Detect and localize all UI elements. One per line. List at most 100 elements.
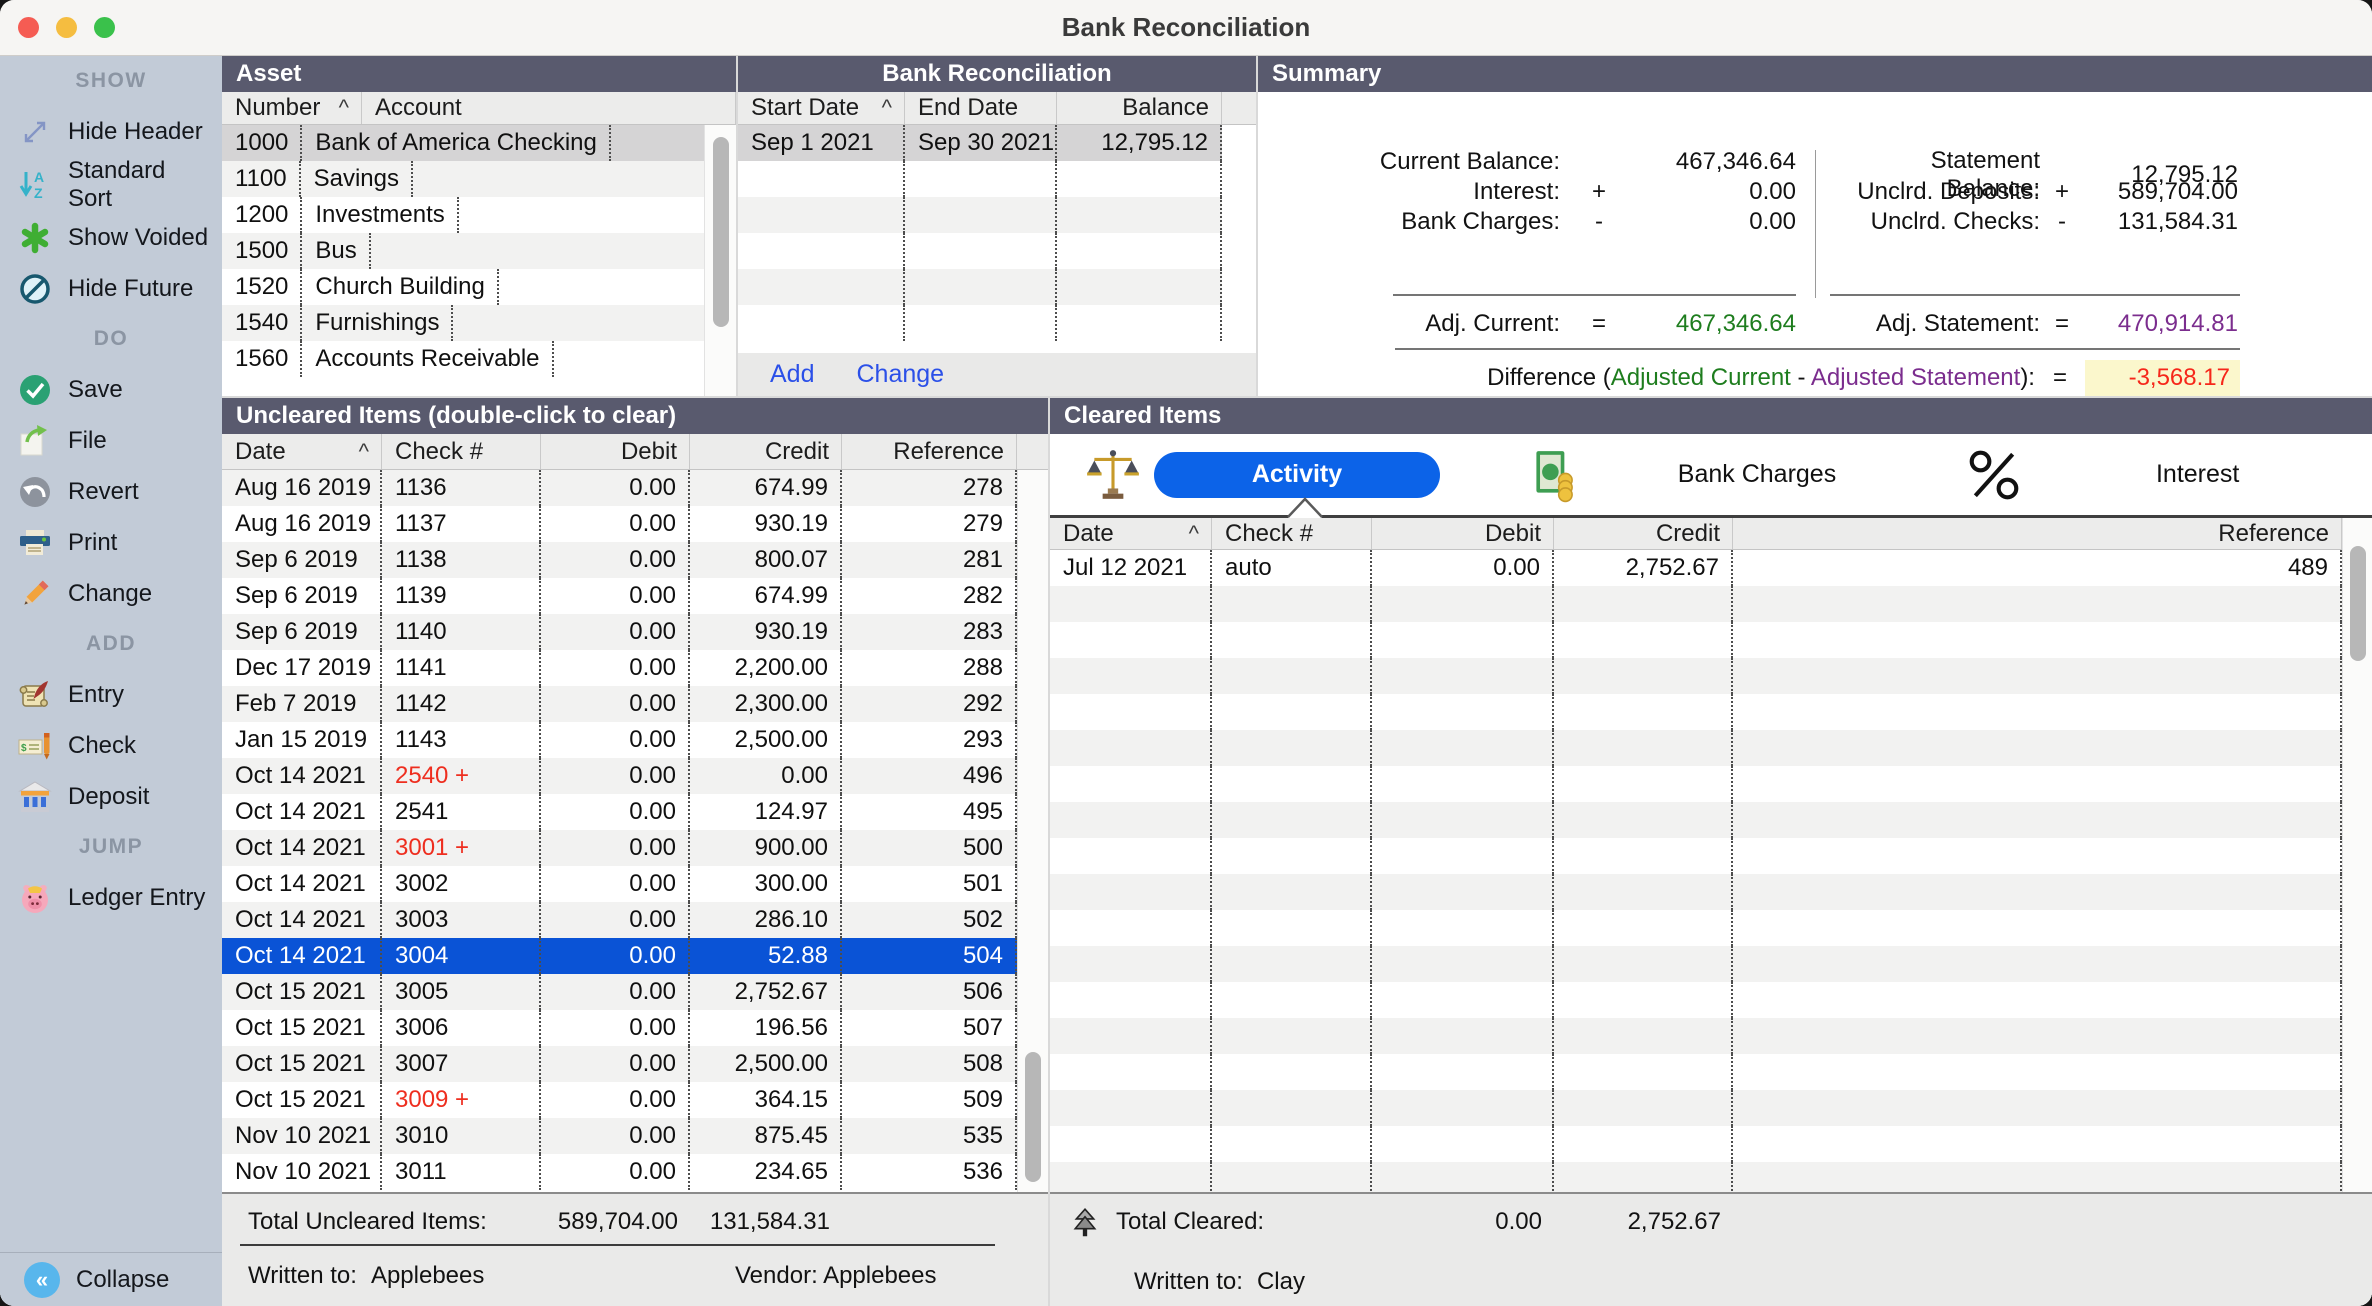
- scrollbar-thumb[interactable]: [1025, 1052, 1041, 1182]
- table-cell: [1057, 233, 1222, 269]
- table-row[interactable]: Sep 6 201911400.00930.19283: [222, 614, 1017, 650]
- table-cell: 12,795.12: [1057, 125, 1222, 161]
- sidebar-item-change[interactable]: Change: [0, 568, 222, 619]
- column-header-debit[interactable]: Debit: [1372, 518, 1554, 549]
- sidebar-section-label: ADD: [0, 619, 222, 669]
- column-header-check-[interactable]: Check #: [382, 434, 541, 469]
- sidebar-item-hide-future[interactable]: Hide Future: [0, 263, 222, 314]
- column-header-date[interactable]: Date^: [222, 434, 382, 469]
- cleared-scrollbar[interactable]: [2342, 518, 2372, 1192]
- empty-table-row[interactable]: [1050, 1090, 2342, 1126]
- table-row[interactable]: 1520Church Building: [222, 269, 704, 305]
- table-row[interactable]: Oct 15 20213009 +0.00364.15509: [222, 1082, 1017, 1118]
- empty-table-row[interactable]: [1050, 658, 2342, 694]
- empty-table-row[interactable]: [1050, 586, 2342, 622]
- empty-table-row[interactable]: [738, 269, 1222, 305]
- add-link[interactable]: Add: [770, 360, 814, 389]
- table-row[interactable]: Aug 16 201911370.00930.19279: [222, 506, 1017, 542]
- sidebar-item-ledger-entry[interactable]: Ledger Entry: [0, 872, 222, 923]
- sidebar-item-standard-sort[interactable]: AZStandard Sort: [0, 157, 222, 212]
- column-header-check-[interactable]: Check #: [1212, 518, 1372, 549]
- sidebar-item-file[interactable]: File: [0, 415, 222, 466]
- table-row[interactable]: Oct 14 202130020.00300.00501: [222, 866, 1017, 902]
- sidebar-item-check[interactable]: $Check: [0, 720, 222, 771]
- table-row[interactable]: Oct 14 20213001 +0.00900.00500: [222, 830, 1017, 866]
- table-cell: 0.00: [541, 722, 690, 758]
- table-row[interactable]: Feb 7 201911420.002,300.00292: [222, 686, 1017, 722]
- tab-activity[interactable]: Activity: [1050, 434, 1491, 515]
- table-cell: [905, 197, 1057, 233]
- table-cell: [1733, 802, 2342, 838]
- deposit-icon: [16, 778, 54, 816]
- table-row[interactable]: Sep 1 2021Sep 30 202112,795.12: [738, 125, 1222, 161]
- column-header-credit[interactable]: Credit: [690, 434, 842, 469]
- tab-interest[interactable]: Interest: [1931, 434, 2372, 515]
- scrollbar-thumb[interactable]: [2350, 546, 2366, 661]
- table-row[interactable]: 1500Bus: [222, 233, 704, 269]
- column-header-number[interactable]: Number^: [222, 92, 362, 124]
- table-row[interactable]: Oct 15 202130060.00196.56507: [222, 1010, 1017, 1046]
- table-row[interactable]: 1560Accounts Receivable: [222, 341, 704, 377]
- empty-table-row[interactable]: [738, 197, 1222, 233]
- table-row[interactable]: Oct 15 202130050.002,752.67506: [222, 974, 1017, 1010]
- sidebar-item-print[interactable]: Print: [0, 517, 222, 568]
- column-header-end-date[interactable]: End Date: [905, 92, 1057, 124]
- empty-table-row[interactable]: [1050, 946, 2342, 982]
- table-row[interactable]: Dec 17 201911410.002,200.00288: [222, 650, 1017, 686]
- sidebar-item-hide-header[interactable]: Hide Header: [0, 106, 222, 157]
- table-row[interactable]: 1540Furnishings: [222, 305, 704, 341]
- column-header-date[interactable]: Date^: [1050, 518, 1212, 549]
- column-header-account[interactable]: Account: [362, 92, 736, 124]
- empty-table-row[interactable]: [1050, 1018, 2342, 1054]
- table-row[interactable]: Sep 6 201911380.00800.07281: [222, 542, 1017, 578]
- empty-table-row[interactable]: [1050, 1054, 2342, 1090]
- empty-table-row[interactable]: [1050, 874, 2342, 910]
- column-header-balance[interactable]: Balance: [1057, 92, 1222, 124]
- empty-table-row[interactable]: [1050, 802, 2342, 838]
- table-row[interactable]: Oct 14 202125410.00124.97495: [222, 794, 1017, 830]
- column-header-reference[interactable]: Reference: [842, 434, 1017, 469]
- change-link[interactable]: Change: [856, 360, 944, 389]
- table-row[interactable]: 1100Savings: [222, 161, 704, 197]
- empty-table-row[interactable]: [738, 233, 1222, 269]
- empty-table-row[interactable]: [1050, 730, 2342, 766]
- empty-table-row[interactable]: [1050, 1162, 2342, 1192]
- scrollbar-thumb[interactable]: [713, 137, 729, 327]
- empty-table-row[interactable]: [1050, 1126, 2342, 1162]
- empty-table-row[interactable]: [1050, 838, 2342, 874]
- sidebar-item-collapse[interactable]: « Collapse: [0, 1252, 222, 1306]
- table-row[interactable]: 1200Investments: [222, 197, 704, 233]
- table-row[interactable]: Oct 15 202130070.002,500.00508: [222, 1046, 1017, 1082]
- table-row[interactable]: Jul 12 2021auto0.002,752.67489: [1050, 550, 2342, 586]
- column-header-reference[interactable]: Reference: [1733, 518, 2342, 549]
- sidebar-item-entry[interactable]: Entry: [0, 669, 222, 720]
- sidebar-item-deposit[interactable]: Deposit: [0, 771, 222, 822]
- uncleared-scrollbar[interactable]: [1017, 470, 1048, 1192]
- sidebar-item-revert[interactable]: Revert: [0, 466, 222, 517]
- tab-bank-charges[interactable]: Bank Charges: [1491, 434, 1932, 515]
- sidebar-item-show-voided[interactable]: Show Voided: [0, 212, 222, 263]
- empty-table-row[interactable]: [1050, 694, 2342, 730]
- sidebar-item-save[interactable]: Save: [0, 364, 222, 415]
- empty-table-row[interactable]: [1050, 982, 2342, 1018]
- column-header-debit[interactable]: Debit: [541, 434, 690, 469]
- table-row[interactable]: Aug 16 201911360.00674.99278: [222, 470, 1017, 506]
- empty-table-row[interactable]: [1050, 910, 2342, 946]
- column-header-start-date[interactable]: Start Date^: [738, 92, 905, 124]
- table-row[interactable]: Oct 14 202130040.0052.88504: [222, 938, 1017, 974]
- table-row[interactable]: Sep 6 201911390.00674.99282: [222, 578, 1017, 614]
- empty-table-row[interactable]: [1050, 766, 2342, 802]
- table-row[interactable]: Jan 15 201911430.002,500.00293: [222, 722, 1017, 758]
- table-row[interactable]: 1000Bank of America Checking: [222, 125, 704, 161]
- table-row[interactable]: Oct 14 20212540 +0.000.00496: [222, 758, 1017, 794]
- empty-table-row[interactable]: [738, 161, 1222, 197]
- empty-table-row[interactable]: [1050, 622, 2342, 658]
- empty-table-row[interactable]: [738, 305, 1222, 341]
- asset-scrollbar[interactable]: [704, 125, 736, 396]
- column-header-credit[interactable]: Credit: [1554, 518, 1733, 549]
- table-row[interactable]: Oct 14 202130030.00286.10502: [222, 902, 1017, 938]
- table-row[interactable]: Nov 10 202130110.00234.65536: [222, 1154, 1017, 1190]
- table-row[interactable]: Nov 10 202130100.00875.45535: [222, 1118, 1017, 1154]
- summary-label: Adj. Current:: [1288, 310, 1560, 338]
- summary-value: 467,346.64: [1638, 148, 1796, 176]
